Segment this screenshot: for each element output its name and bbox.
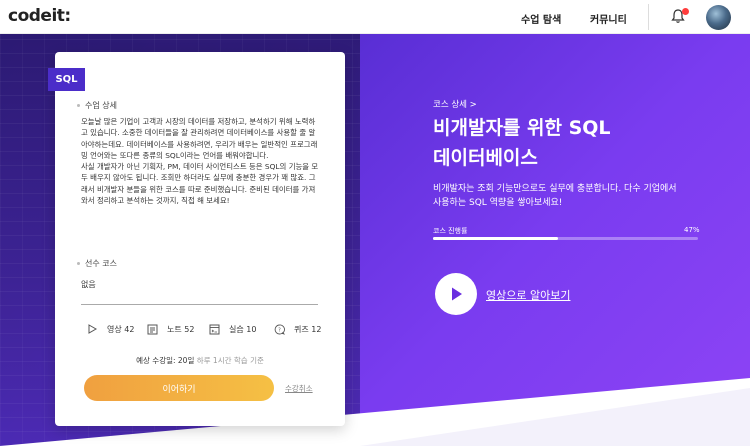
section-dot bbox=[77, 104, 80, 107]
stat-label: 노트 52 bbox=[167, 324, 195, 334]
breadcrumb[interactable]: 코스 상세 > bbox=[433, 98, 477, 110]
divider bbox=[81, 304, 318, 305]
expected-duration: 예상 수강일: 20일 하루 1시간 학습 기준 bbox=[55, 355, 345, 366]
description-paragraph-1: 오늘날 많은 기업이 고객과 시장의 데이터를 저장하고, 분석하기 위해 노력… bbox=[81, 117, 318, 160]
progress-fill bbox=[433, 237, 558, 240]
expected-hint: 하루 1시간 학습 기준 bbox=[196, 356, 264, 365]
stat-quiz: ? 퀴즈 12 bbox=[273, 323, 321, 335]
course-summary: 비개발자는 조회 기능만으로도 실무에 충분합니다. 다수 기업에서 사용하는 … bbox=[433, 182, 733, 210]
continue-button[interactable]: 이어하기 bbox=[84, 375, 274, 401]
expected-days: 예상 수강일: 20일 bbox=[136, 356, 195, 365]
summary-line-2: 사용하는 SQL 역량을 쌓아보세요! bbox=[433, 198, 563, 208]
nav-community[interactable]: 커뮤니티 bbox=[590, 11, 627, 26]
video-play-icon bbox=[86, 323, 98, 335]
prereq-value: 없음 bbox=[81, 280, 96, 289]
stat-videos: 영상 42 bbox=[86, 323, 134, 335]
codeit-logo[interactable]: codeit: bbox=[8, 6, 71, 26]
section-dot bbox=[77, 262, 80, 265]
prereq-title: 선수 코스 bbox=[85, 259, 117, 268]
play-video-button[interactable] bbox=[435, 273, 477, 315]
description-title: 수업 상세 bbox=[85, 101, 117, 110]
notification-badge bbox=[682, 8, 689, 15]
note-icon bbox=[146, 323, 158, 335]
course-description: 오늘날 많은 기업이 고객과 시장의 데이터를 저장하고, 분석하기 위해 노력… bbox=[81, 116, 321, 206]
code-practice-icon bbox=[208, 323, 220, 335]
nav-divider bbox=[648, 4, 649, 30]
progress-label: 코스 진행률 bbox=[433, 227, 468, 235]
stat-label: 영상 42 bbox=[107, 324, 135, 334]
progress-percent: 47% bbox=[684, 226, 700, 234]
stat-label: 퀴즈 12 bbox=[294, 324, 322, 334]
stat-notes: 노트 52 bbox=[146, 323, 194, 335]
nav-course-explore[interactable]: 수업 탐색 bbox=[521, 11, 561, 26]
play-icon bbox=[452, 287, 462, 301]
page-title: 비개발자를 위한 SQL 데이터베이스 bbox=[433, 113, 723, 173]
watch-video-link[interactable]: 영상으로 알아보기 bbox=[486, 287, 570, 303]
top-header: codeit: 수업 탐색 커뮤니티 bbox=[0, 0, 750, 34]
stat-label: 실습 10 bbox=[229, 324, 257, 334]
progress-bar bbox=[433, 237, 698, 240]
title-line-2: 데이터베이스 bbox=[433, 147, 538, 169]
summary-line-1: 비개발자는 조회 기능만으로도 실무에 충분합니다. 다수 기업에서 bbox=[433, 184, 677, 194]
quiz-icon: ? bbox=[273, 323, 285, 335]
cancel-enrollment-link[interactable]: 수강취소 bbox=[285, 383, 313, 394]
title-line-1: 비개발자를 위한 SQL bbox=[433, 117, 611, 139]
stat-practice: 실습 10 bbox=[208, 323, 256, 335]
avatar[interactable] bbox=[706, 5, 731, 30]
svg-text:?: ? bbox=[278, 327, 281, 333]
description-paragraph-2: 사실 개발자가 아닌 기획자, PM, 데이터 사이언티스트 등은 SQL의 기… bbox=[81, 162, 319, 206]
course-tag: SQL bbox=[48, 68, 85, 91]
